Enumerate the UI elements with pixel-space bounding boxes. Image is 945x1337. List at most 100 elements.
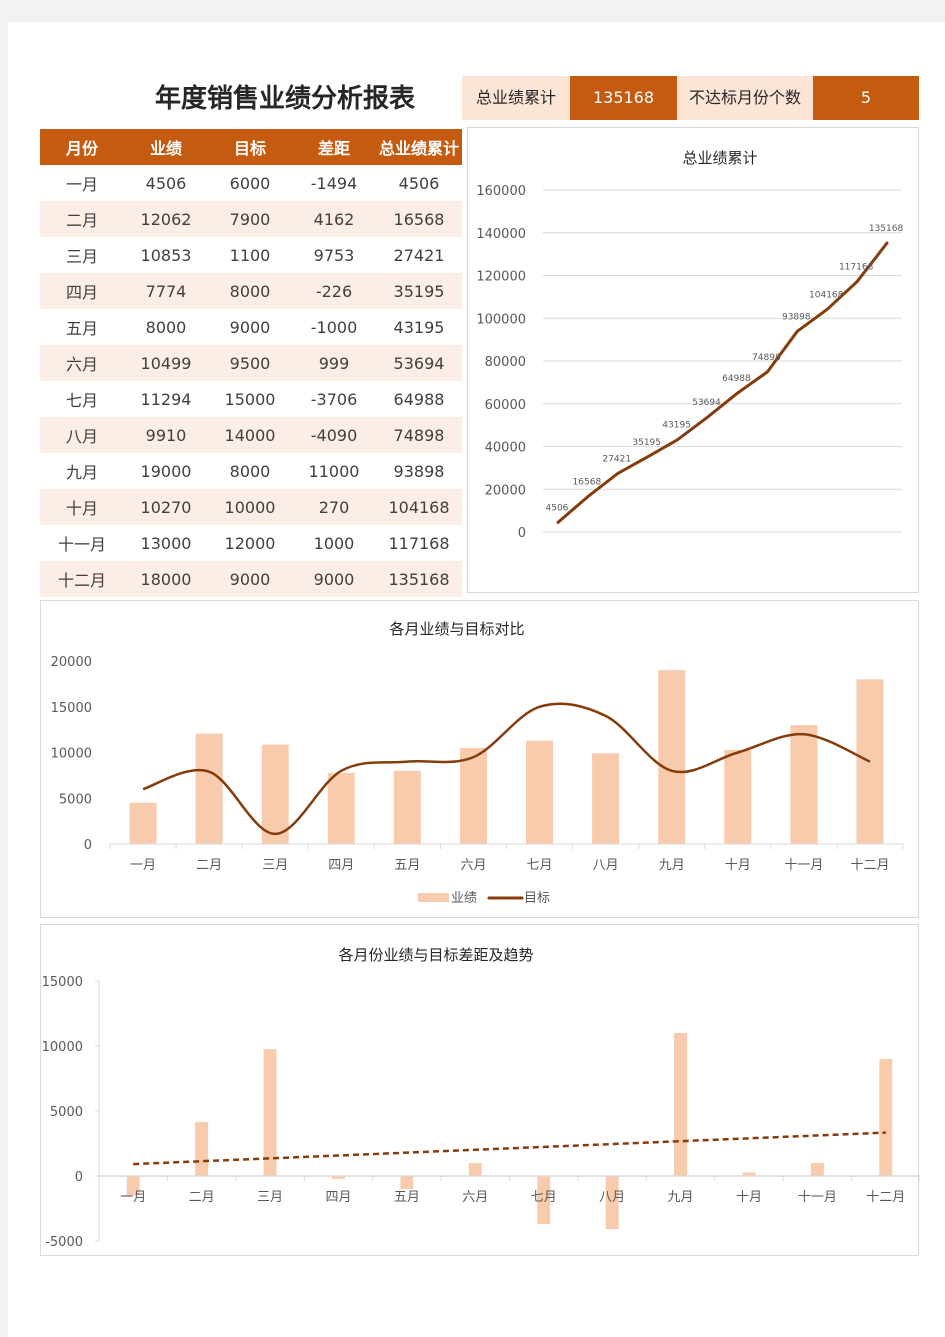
y-tick-label: -5000 — [45, 1235, 83, 1250]
x-tick-label: 八月 — [593, 858, 619, 873]
header-cumulative: 总业绩累计 — [376, 129, 462, 165]
target-line — [142, 702, 871, 836]
header-sales: 业绩 — [124, 129, 208, 165]
cell-month: 六月 — [40, 345, 124, 381]
cell-gap: 11000 — [308, 461, 360, 481]
cell-target: 1100 — [229, 245, 271, 265]
legend-label-sales: 业绩 — [451, 891, 477, 906]
cell-sales: 7774 — [124, 273, 208, 309]
data-label: 4506 — [546, 503, 569, 513]
y-tick-label: 0 — [518, 526, 526, 541]
cell-target: 9500 — [208, 345, 292, 381]
x-tick-label: 五月 — [394, 858, 420, 873]
y-tick-label: 120000 — [476, 270, 526, 285]
chart-title: 总业绩累计 — [682, 149, 757, 167]
cell-month: 五月 — [65, 319, 98, 338]
cell-gap: -3706 — [310, 389, 358, 409]
table-row: 七月 11294 15000 -3706 64988 — [40, 381, 462, 417]
cell-gap: -4090 — [292, 417, 376, 453]
bar-gap — [400, 1176, 414, 1189]
cell-month: 十二月 — [40, 561, 124, 597]
cell-sales: 8000 — [145, 317, 187, 337]
cell-gap: 1000 — [313, 533, 355, 553]
legend: 业绩 目标 — [418, 891, 550, 906]
data-label: 43195 — [662, 421, 691, 431]
cell-month: 七月 — [65, 391, 98, 410]
x-tick-label: 三月 — [257, 1190, 283, 1205]
cell-gap: -1000 — [310, 317, 358, 337]
data-label: 16568 — [573, 478, 602, 488]
bar-gap — [879, 1059, 893, 1176]
cumulative-chart-panel: 总业绩累计 0 20000 40000 60000 80000 100000 120000 1… — [467, 127, 919, 593]
y-tick-label: 0 — [75, 1170, 83, 1185]
cell-cumulative: 104168 — [376, 489, 462, 525]
cell-sales: 10499 — [124, 345, 208, 381]
x-tick-label: 十二月 — [866, 1190, 905, 1205]
cell-month: 十月 — [40, 489, 124, 525]
cell-cumulative: 93898 — [393, 461, 445, 481]
x-tick-label: 四月 — [325, 1190, 351, 1205]
cell-sales: 11294 — [140, 389, 192, 409]
x-tick-label: 十月 — [725, 858, 751, 873]
table-row: 六月 10499 9500 999 53694 — [40, 345, 462, 381]
cell-target: 15000 — [224, 389, 276, 409]
cell-gap: 270 — [292, 489, 376, 525]
x-tick-label: 一月 — [130, 858, 156, 873]
cell-month: 八月 — [40, 417, 124, 453]
table-row: 五月 8000 9000 -1000 43195 — [40, 309, 462, 345]
cell-gap: 9753 — [313, 245, 355, 265]
x-tick-label: 二月 — [189, 1190, 215, 1205]
data-label: 117168 — [839, 263, 874, 273]
x-tick-label: 四月 — [328, 858, 354, 873]
cell-gap: -226 — [292, 273, 376, 309]
table-header-row: 月份 业绩 目标 差距 总业绩累计 — [40, 129, 462, 165]
x-tick-label: 九月 — [659, 858, 685, 873]
bar-gap — [468, 1163, 482, 1176]
bar-sales — [790, 725, 818, 844]
cell-gap: 999 — [292, 345, 376, 381]
x-tick-label: 十一月 — [784, 858, 823, 873]
x-tick-label: 六月 — [462, 1190, 488, 1205]
bar-sales — [526, 740, 554, 844]
data-label: 74898 — [752, 353, 781, 363]
cumulative-chart: 总业绩累计 0 20000 40000 60000 80000 100000 120000 1… — [476, 149, 903, 541]
bar-sales — [459, 747, 487, 844]
cell-gap: -1494 — [310, 173, 358, 193]
cell-cumulative: 35195 — [376, 273, 462, 309]
x-tick-label: 七月 — [531, 1190, 557, 1205]
table-row: 十月 10270 10000 270 104168 — [40, 489, 462, 525]
cell-cumulative: 53694 — [376, 345, 462, 381]
y-tick-label: 20000 — [51, 655, 92, 670]
cell-month: 十一月 — [57, 535, 106, 554]
x-tick-label: 八月 — [599, 1190, 625, 1205]
cell-target: 10000 — [208, 489, 292, 525]
cell-target: 7900 — [208, 201, 292, 237]
cell-gap: 4162 — [292, 201, 376, 237]
x-tick-label: 六月 — [460, 858, 486, 873]
sales-vs-target-panel: 各月业绩与目标对比 0 5000 10000 15000 20000 一月 二月 三月 四月 五… — [40, 600, 919, 918]
y-tick-label: 60000 — [485, 398, 526, 413]
table-row: 三月 10853 1100 9753 27421 — [40, 237, 462, 273]
data-label: 35195 — [632, 438, 661, 448]
kpi-total-label: 总业绩累计 — [462, 76, 570, 120]
cell-cumulative: 43195 — [393, 317, 445, 337]
bar-sales — [658, 670, 686, 844]
bar-gap — [674, 1033, 688, 1176]
y-tick-label: 20000 — [485, 483, 526, 498]
cell-cumulative: 135168 — [376, 561, 462, 597]
y-tick-label: 15000 — [51, 701, 92, 716]
cell-target: 12000 — [224, 533, 276, 553]
data-label: 53694 — [692, 398, 721, 408]
table-row: 四月 7774 8000 -226 35195 — [40, 273, 462, 309]
table-row: 十二月 18000 9000 9000 135168 — [40, 561, 462, 597]
bar-sales — [724, 750, 752, 844]
table-row: 二月 12062 7900 4162 16568 — [40, 201, 462, 237]
sales-table: 月份 业绩 目标 差距 总业绩累计 一月 4506 6000 -1494 4506 二月 1… — [40, 129, 462, 597]
header-gap: 差距 — [292, 129, 376, 165]
cell-month: 一月 — [65, 175, 98, 194]
table-row: 十一月 13000 12000 1000 117168 — [40, 525, 462, 561]
legend-label-target: 目标 — [524, 891, 550, 906]
x-tick-label: 二月 — [196, 858, 222, 873]
cell-month: 三月 — [65, 247, 98, 266]
cell-cumulative: 64988 — [393, 389, 445, 409]
